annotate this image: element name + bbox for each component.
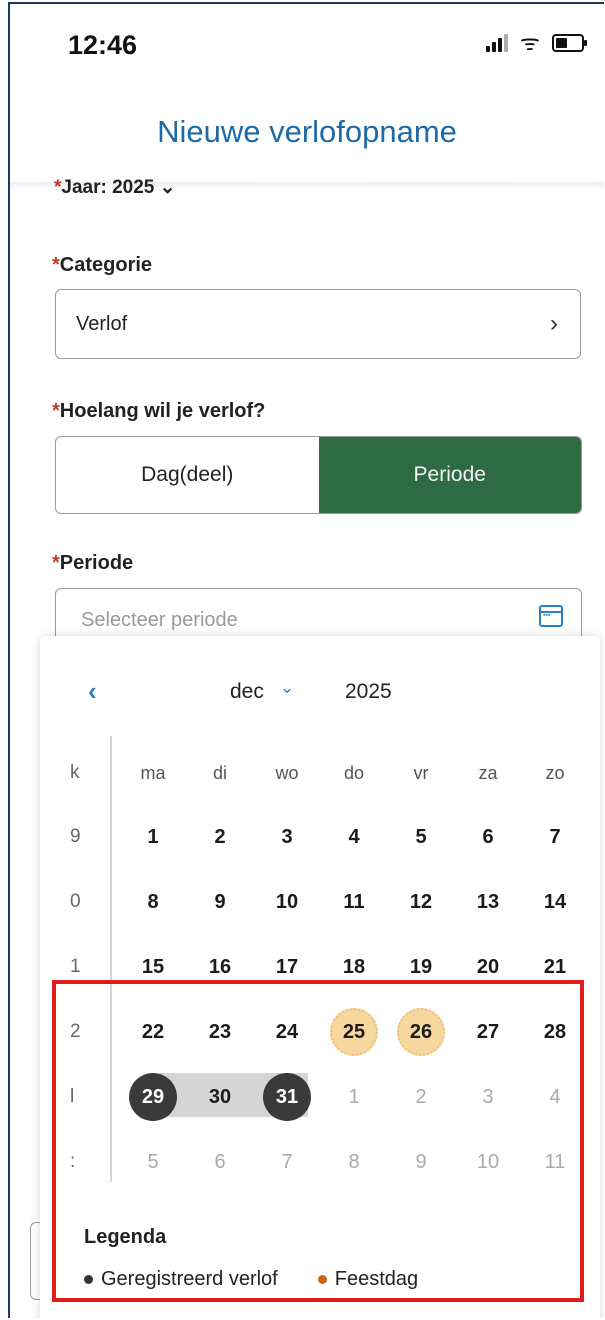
calendar-day[interactable]: 7 — [262, 1137, 312, 1187]
calendar-day[interactable]: 3 — [262, 812, 312, 862]
calendar-day[interactable]: 27 — [463, 1007, 513, 1057]
calendar-day[interactable]: 20 — [463, 942, 513, 992]
category-value: Verlof — [76, 313, 128, 335]
legend: Geregistreerd verlof Feestdag — [84, 1268, 418, 1291]
phone-screen: 12:46 ᯤ Nieuwe verlofopname *Jaar: 2025 … — [8, 2, 604, 1318]
weekday-header: ma — [140, 762, 166, 783]
week-number: 1 — [70, 956, 81, 977]
legend-label: Geregistreerd verlof — [101, 1268, 278, 1290]
category-select[interactable]: Verlof › — [55, 289, 581, 359]
legend-title: Legenda — [84, 1226, 167, 1248]
calendar-day[interactable]: 6 — [195, 1137, 245, 1187]
year-display[interactable]: 2025 — [345, 680, 392, 704]
month-selector[interactable]: dec — [230, 680, 264, 704]
category-label: *Categorie — [52, 254, 153, 276]
duration-label: *Hoelang wil je verlof? — [52, 400, 266, 422]
calendar-day[interactable]: 6 — [463, 812, 513, 862]
option-period[interactable]: Periode — [318, 437, 581, 513]
calendar-day[interactable]: 3 — [463, 1072, 513, 1122]
calendar-day[interactable]: 26 — [396, 1007, 446, 1057]
week-number: l — [70, 1086, 75, 1107]
weekday-header: di — [212, 762, 227, 783]
calendar-day[interactable]: 4 — [530, 1072, 580, 1122]
calendar-day[interactable]: 19 — [396, 942, 446, 992]
calendar-day[interactable]: 5 — [396, 812, 446, 862]
chevron-down-icon: ⌄ — [159, 177, 176, 198]
legend-item: Geregistreerd verlof — [84, 1268, 278, 1291]
calendar-day[interactable]: 23 — [195, 1007, 245, 1057]
calendar-day[interactable]: 18 — [329, 942, 379, 992]
chevron-left-icon[interactable]: ‹ — [88, 676, 97, 707]
calendar-day[interactable]: 8 — [128, 877, 178, 927]
chevron-down-icon[interactable]: ⌄ — [280, 678, 294, 698]
year-selector[interactable]: *Jaar: 2025 ⌄ — [54, 176, 176, 198]
date-picker: ‹ dec ⌄ 2025 k ma di wo do vr za zo 9 1 2 3 4 5 6 7 0 8 9 1… — [40, 636, 600, 1318]
calendar-day[interactable]: 24 — [262, 1007, 312, 1057]
weekday-header: do — [343, 762, 365, 783]
calendar-day[interactable]: 9 — [195, 877, 245, 927]
week-divider — [110, 736, 112, 1182]
battery-icon — [552, 34, 587, 52]
calendar-icon[interactable] — [539, 605, 563, 627]
calendar-day[interactable]: 14 — [530, 877, 580, 927]
weekday-header: vr — [413, 762, 429, 783]
calendar-day[interactable]: 1 — [329, 1072, 379, 1122]
signal-icon — [485, 34, 508, 52]
calendar-day[interactable]: 31 — [262, 1072, 312, 1122]
calendar-day[interactable]: 21 — [530, 942, 580, 992]
calendar-day[interactable]: 10 — [463, 1137, 513, 1187]
calendar-day[interactable]: 29 — [128, 1072, 178, 1122]
duration-toggle[interactable]: Dag(deel) Periode — [55, 436, 582, 514]
year-label: Jaar: 2025 — [61, 177, 155, 198]
page-title: Nieuwe verlofopname — [157, 114, 457, 149]
period-label-text: Periode — [59, 552, 134, 574]
calendar-day[interactable]: 15 — [128, 942, 178, 992]
week-number: : — [70, 1151, 76, 1172]
calendar-day[interactable]: 13 — [463, 877, 513, 927]
calendar-day[interactable]: 25 — [329, 1007, 379, 1057]
status-bar: 12:46 ᯤ — [10, 4, 604, 84]
legend-label: Feestdag — [334, 1268, 419, 1290]
calendar-day[interactable]: 10 — [262, 877, 312, 927]
calendar-day[interactable]: 2 — [396, 1072, 446, 1122]
status-time: 12:46 — [68, 30, 138, 60]
period-placeholder: Selecteer periode — [81, 609, 238, 631]
calendar-day[interactable]: 12 — [396, 877, 446, 927]
duration-label-text: Hoelang wil je verlof? — [59, 400, 266, 422]
week-number: 9 — [70, 826, 81, 847]
option-daypart[interactable]: Dag(deel) — [56, 437, 319, 513]
category-label-text: Categorie — [59, 254, 153, 276]
weekday-header: za — [478, 762, 498, 783]
period-label: *Periode — [52, 552, 134, 574]
legend-item: Feestdag — [317, 1268, 419, 1291]
calendar-day[interactable]: 8 — [329, 1137, 379, 1187]
calendar-day[interactable]: 9 — [396, 1137, 446, 1187]
week-number: 2 — [70, 1021, 81, 1042]
calendar-day[interactable]: 7 — [530, 812, 580, 862]
calendar-day[interactable]: 4 — [329, 812, 379, 862]
calendar-day[interactable]: 11 — [329, 877, 379, 927]
weekday-header: zo — [545, 762, 565, 783]
calendar-day[interactable]: 2 — [195, 812, 245, 862]
calendar-day[interactable]: 17 — [262, 942, 312, 992]
status-icons: ᯤ — [485, 30, 587, 55]
calendar-day[interactable]: 1 — [128, 812, 178, 862]
calendar-day[interactable]: 16 — [195, 942, 245, 992]
calendar-day[interactable]: 22 — [128, 1007, 178, 1057]
wifi-icon: ᯤ — [519, 30, 540, 55]
week-number: 0 — [70, 891, 81, 912]
calendar-day[interactable]: 30 — [195, 1072, 245, 1122]
calendar-day[interactable]: 11 — [530, 1137, 580, 1187]
calendar-day[interactable]: 5 — [128, 1137, 178, 1187]
weekday-header: wo — [275, 762, 299, 783]
chevron-right-icon: › — [550, 310, 558, 337]
dot-icon — [317, 1275, 327, 1284]
week-number-header: k — [70, 762, 80, 783]
dot-icon — [84, 1275, 93, 1284]
calendar-day[interactable]: 28 — [530, 1007, 580, 1057]
